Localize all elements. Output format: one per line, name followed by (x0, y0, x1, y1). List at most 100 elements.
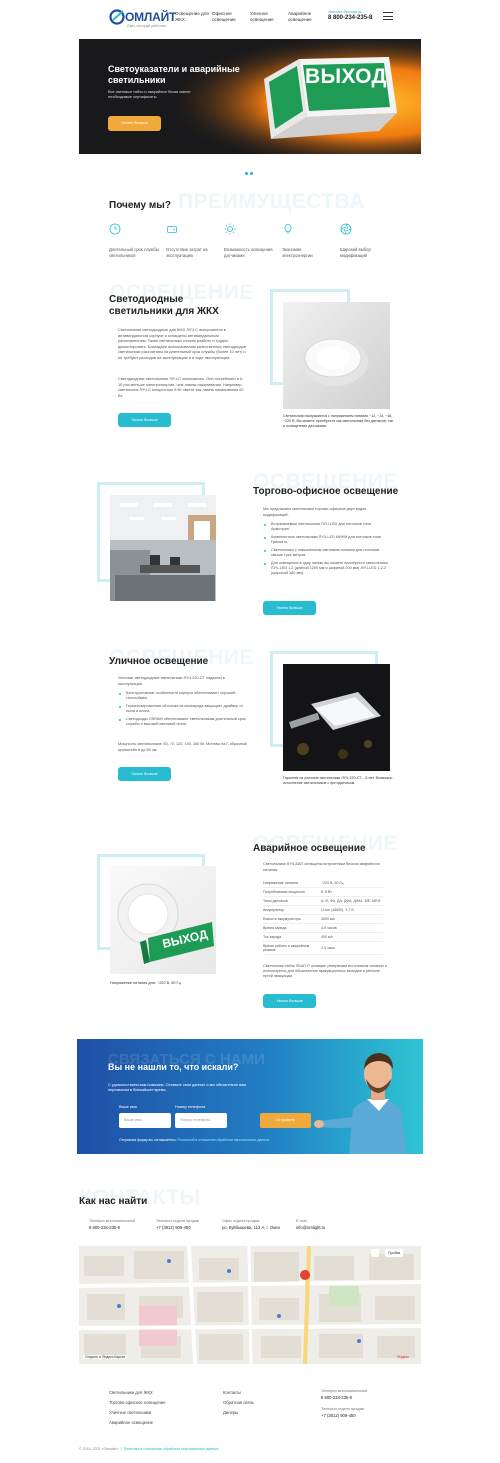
feature-item: Отсутствие затрат на эксплуатацию (166, 223, 216, 258)
feature-item: Экономия электроэнергии (282, 223, 332, 258)
traffic-button[interactable]: Пробки (385, 1249, 404, 1257)
nav-item-office[interactable]: Офисное освещение (212, 11, 252, 23)
slider-dot[interactable] (245, 172, 248, 175)
list-item: Конструктивные особенности корпуса обесп… (118, 691, 248, 701)
open-in-yandex-link[interactable]: Открыть в Яндекс.Картах (83, 1355, 128, 1359)
hero-banner: ВЫХОД Светоуказатели и аварийные светиль… (79, 39, 421, 154)
zhkh-lamp-image (302, 338, 368, 386)
footer-link[interactable]: Аварийное освещение (109, 1420, 153, 1425)
contact-value[interactable]: +7 (3812) 909-450 (156, 1225, 199, 1230)
contact-item: Телефон отдела продаж +7 (3812) 909-450 (156, 1219, 200, 1230)
header-phone-title: Звоните бесплатно (328, 10, 362, 14)
spec-row: Аккумулятор Li-Ion (18650), 3,7 В (263, 906, 383, 915)
contact-value[interactable]: info@omlight.ru (296, 1225, 325, 1230)
emergency-intro: Светильники ЛУЧ-БАП оснащены встроенным … (263, 862, 381, 872)
footer-phone[interactable]: +7 (3812) 909-450 (321, 1413, 356, 1418)
header-phone-number[interactable]: 8 800-234-235-8 (328, 15, 372, 21)
logo-brand: ОМЛАЙТ (125, 10, 177, 24)
header-phone[interactable]: Звоните бесплатно 8 800-234-235-8 (328, 10, 372, 21)
phone-input[interactable]: Номер телефона (175, 1113, 227, 1128)
wallet-icon (167, 226, 177, 233)
emergency-lamp-image (117, 883, 214, 964)
list-item: Комплектные светильники ЛУЧ-LED МИНИ для… (263, 535, 391, 545)
office-room-image (110, 495, 216, 601)
hero-title: Светоуказатели и аварийные светильники (108, 64, 240, 85)
emergency-specs: Напряжение питания ~220 В, 50 Гц Потребля… (263, 879, 383, 955)
office-more-button[interactable]: Узнать больше (263, 601, 316, 615)
spec-row: Типы датчиков А, Ф, ФА, ДА, ДФА, ДФА1, МЕ… (263, 897, 383, 906)
nav-item-zhkh[interactable]: Освещение для ЖКХ (175, 11, 215, 23)
policy-link-footer[interactable]: Политика в отношении обработки персональ… (124, 1447, 219, 1451)
list-item: Светильники с повышенным световым потоко… (263, 548, 391, 558)
cta-text: С удовольствием вам поможем. Оставьте св… (108, 1083, 246, 1092)
footer-phone[interactable]: 8 800-234-235-8 (321, 1395, 352, 1400)
office-list: Встраиваемые светильники ЛУЧ-LED для пот… (263, 522, 391, 579)
feature-label: Экономия электроэнергии (282, 247, 313, 258)
list-item: Герметизированная оболочка из компаунда … (118, 704, 248, 714)
footer-link[interactable]: Уличные светильники (109, 1410, 151, 1415)
map-brand: Яндекс (397, 1355, 410, 1359)
logo[interactable]: ОМЛАЙТ Свет, который работает (109, 8, 176, 30)
contact-value[interactable]: 8 800-234-235-8 (89, 1225, 135, 1230)
spec-row: Время заряда 4,5 часов (263, 924, 383, 933)
send-button[interactable]: Отправить (260, 1113, 311, 1128)
emergency-title: Аварийное освещение (253, 843, 366, 854)
feature-label: Возможность освещения датчиками (224, 247, 273, 258)
map-zoom-icon[interactable] (371, 1249, 379, 1257)
cta-legal: Отправляя форму вы соглашаетесь: Политик… (119, 1138, 270, 1142)
footer-link[interactable]: Дилеры (223, 1410, 238, 1415)
map-canvas[interactable] (79, 1246, 421, 1364)
office-intro: Мы предлагаем светильники торгово-офисны… (263, 507, 367, 517)
street-title: Уличное освещение (109, 656, 209, 667)
footer-link[interactable]: Торгово-офисное освещение (109, 1400, 166, 1405)
street-intro: Уличные светодиодные светильники ЛУЧ-220… (118, 676, 225, 686)
spec-row: Емкость аккумулятора 2600 мА (263, 915, 383, 924)
footer-link[interactable]: Контакты (223, 1390, 241, 1395)
yandex-map[interactable]: Пробки Открыть в Яндекс.Картах Яндекс (79, 1246, 421, 1364)
advantages-title: Почему мы? (109, 200, 171, 211)
slider-dots[interactable] (245, 162, 255, 180)
zhkh-more-button[interactable]: Узнать больше (118, 413, 171, 427)
emergency-caption: Напряжение питания для: ~220 В, 50 Гц (110, 981, 181, 985)
feature-label: Длительный срок службы светильников (109, 247, 159, 258)
name-label: Ваше имя (119, 1105, 137, 1109)
logo-tagline: Свет, который работает (127, 24, 167, 28)
street-photo (283, 664, 390, 771)
clock-icon (109, 223, 121, 235)
hero-text: Все световые табло и аварийные блоки име… (108, 90, 191, 99)
street-more-button[interactable]: Узнать больше (118, 767, 171, 781)
spec-row: Потребляемая мощность 6, 8 Вт (263, 888, 383, 897)
hero-more-button[interactable]: Узнать больше (108, 116, 161, 131)
name-input[interactable]: Ваше имя (119, 1113, 171, 1128)
contact-item: E-mail info@omlight.ru (296, 1219, 326, 1230)
street-list: Конструктивные особенности корпуса обесп… (118, 691, 248, 730)
zhkh-title: Светодиодные светильники для ЖКХ (109, 294, 219, 317)
logo-mark-icon (109, 9, 125, 25)
zhkh-paragraph-2: Светодиодные светильники ЛУЧ-С экономичн… (118, 376, 244, 398)
emergency-more-button[interactable]: Узнать больше (263, 994, 316, 1008)
slider-dot[interactable] (250, 172, 253, 175)
zhkh-caption: Светильники выпускаются с напряжением пи… (283, 414, 394, 428)
site-header: ОМЛАЙТ Свет, который работает Освещение … (0, 0, 500, 36)
policy-link[interactable]: Политикой в отношении обработки персонал… (178, 1138, 270, 1142)
footer-phone-title: Телефон отдела продаж (321, 1407, 365, 1411)
contact-item: Офис отдела продаж ул. Куйбышева, 113 А, … (222, 1219, 280, 1230)
footer-link[interactable]: Светильники для ЖКХ (109, 1390, 153, 1395)
nav-item-emergency[interactable]: Аварийное освещение (288, 11, 328, 23)
nav-item-street[interactable]: Уличное освещение (250, 11, 290, 23)
spec-row: Время работы в аварийном режиме 2,5 часа (263, 942, 383, 955)
cta-title: Вы не нашли то, что искали? (108, 1062, 239, 1072)
spec-row: Ток заряда 400 мА (263, 933, 383, 942)
callback-form: СВЯЗАТЬСЯ С НАМИ Вы не нашли то, что иск… (77, 1039, 423, 1154)
footer-phone-title: Телефон многоканальный (321, 1389, 368, 1393)
feature-label: Широкий выбор модификаций (340, 247, 371, 258)
phone-label: Номер телефона (175, 1105, 206, 1109)
list-item: Светодиоды OSRAM обеспечивают светильник… (118, 717, 248, 727)
feature-item: Длительный срок службы светильников (109, 223, 159, 258)
list-item: Встраиваемые светильники ЛУЧ-LED для пот… (263, 522, 391, 532)
aperture-icon (340, 223, 352, 235)
contacts-title: Как нас найти (79, 1196, 148, 1207)
street-lamp-image (283, 664, 390, 771)
footer-link[interactable]: Обратная связь (223, 1400, 254, 1405)
menu-burger-icon[interactable] (383, 12, 393, 20)
